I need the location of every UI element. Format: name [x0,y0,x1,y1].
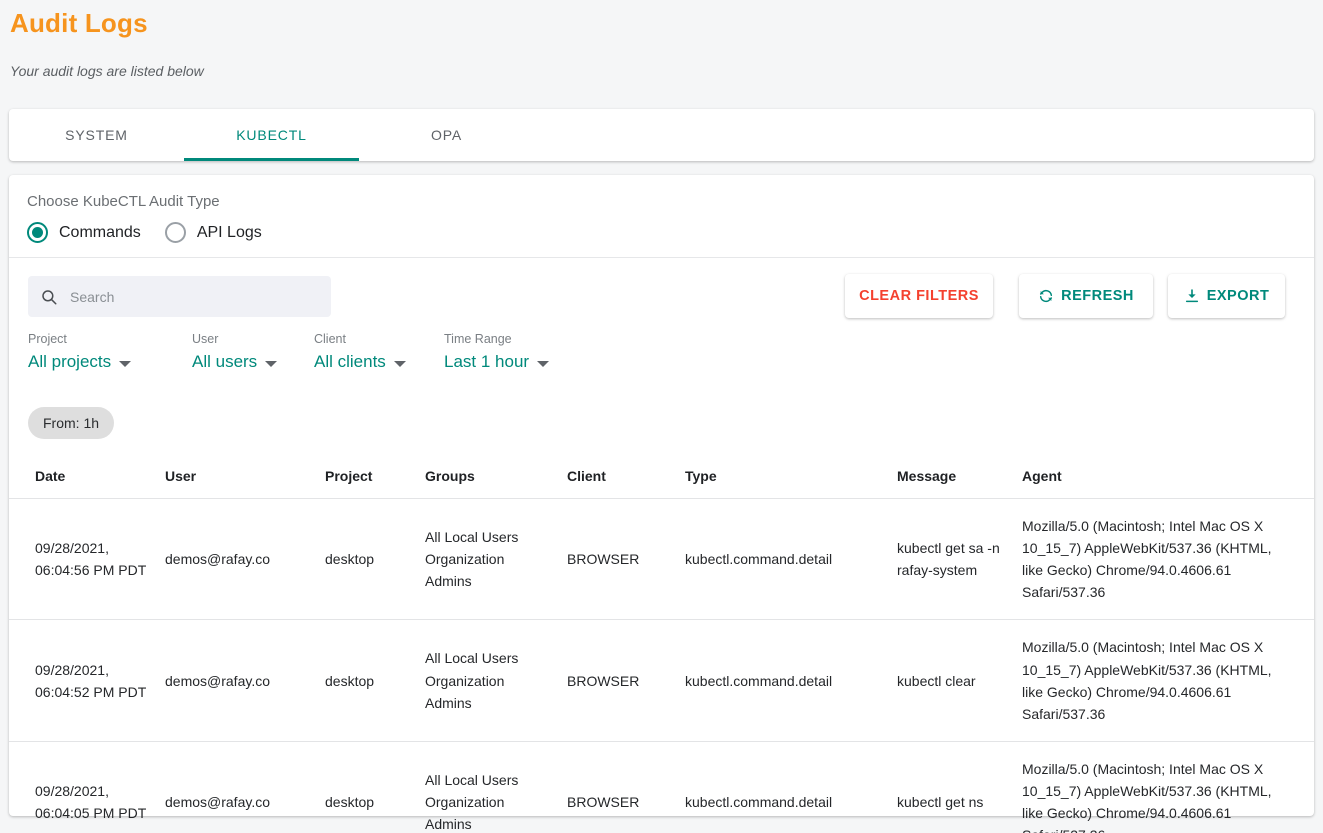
table-header-row: Date User Project Groups Client Type Mes… [9,458,1314,499]
audit-logs-page: Audit Logs Your audit logs are listed be… [0,0,1323,833]
column-header-client: Client [559,458,677,499]
table-row[interactable]: 09/28/2021, 06:04:05 PM PDT demos@rafay.… [9,741,1314,833]
chevron-down-icon [537,360,550,367]
filter-user: User All users [192,332,314,372]
cell-agent: Mozilla/5.0 (Macintosh; Intel Mac OS X 1… [1014,741,1314,833]
cell-agent: Mozilla/5.0 (Macintosh; Intel Mac OS X 1… [1014,498,1314,621]
cell-groups: All Local Users Organization Admins [417,498,559,621]
radio-api-logs-icon[interactable] [164,222,186,243]
search-icon [42,289,57,304]
tab-kubectl-label: KUBECTL [236,127,307,143]
tab-kubectl[interactable]: KUBECTL [184,109,359,161]
audit-table-head: Date User Project Groups Client Type Mes… [9,458,1314,499]
cell-type: kubectl.command.detail [677,741,889,833]
clear-filters-button[interactable]: CLEAR FILTERS [845,274,993,318]
cell-type: kubectl.command.detail [677,619,889,742]
tab-bar: SYSTEM KUBECTL OPA [9,109,1314,161]
tab-opa-label: OPA [430,127,463,143]
column-header-agent: Agent [1014,458,1314,499]
search-box[interactable] [28,276,331,317]
filter-time-range-label: Time Range [444,332,512,346]
cell-groups: All Local Users Organization Admins [417,741,559,833]
cell-user: demos@rafay.co [157,498,317,621]
download-icon [1185,289,1198,303]
refresh-icon [1040,290,1053,302]
column-header-date: Date [9,458,157,499]
audit-table: Date User Project Groups Client Type Mes… [9,458,1314,833]
tab-system-label: SYSTEM [65,127,128,143]
audit-type-section: Choose KubeCTL Audit Type Commands API L… [9,175,1314,258]
export-button[interactable]: EXPORT [1168,274,1285,318]
filter-project-label: Project [28,332,67,346]
cell-date: 09/28/2021, 06:04:52 PM PDT [9,619,157,742]
audit-table-body: 09/28/2021, 06:04:56 PM PDT demos@rafay.… [9,498,1314,833]
cell-date: 09/28/2021, 06:04:56 PM PDT [9,498,157,621]
table-row[interactable]: 09/28/2021, 06:04:56 PM PDT demos@rafay.… [9,498,1314,621]
filter-chip-from[interactable]: From: 1h [28,407,115,439]
filter-client-value: All clients [314,352,386,371]
column-header-groups: Groups [417,458,559,499]
filter-time-range: Time Range Last 1 hour [444,332,604,372]
audit-type-radio-group: Commands API Logs [27,222,1314,243]
filter-bar: Project All projects User All users Clie… [28,332,604,372]
cell-message: kubectl clear [889,619,1014,742]
cell-client: BROWSER [559,741,677,833]
page-title: Audit Logs [10,8,148,38]
cell-message: kubectl get sa -n rafay-system [889,498,1014,621]
filter-project: Project All projects [28,332,192,372]
export-label: EXPORT [1206,288,1270,304]
radio-option-commands[interactable]: Commands [27,222,141,243]
refresh-label: REFRESH [1061,288,1134,304]
filter-project-dropdown[interactable]: All projects [28,352,132,372]
radio-api-logs-label: API Logs [196,223,262,241]
cell-agent: Mozilla/5.0 (Macintosh; Intel Mac OS X 1… [1014,619,1314,742]
filter-client: Client All clients [314,332,444,372]
column-header-type: Type [677,458,889,499]
cell-project: desktop [317,498,417,621]
filter-user-value: All users [192,352,258,371]
filter-client-label: Client [314,332,346,346]
filter-user-label: User [192,332,219,346]
filter-client-dropdown[interactable]: All clients [314,352,406,372]
clear-filters-label: CLEAR FILTERS [859,288,979,304]
cell-project: desktop [317,741,417,833]
cell-date: 09/28/2021, 06:04:05 PM PDT [9,741,157,833]
cell-user: demos@rafay.co [157,741,317,833]
audit-content-card: Choose KubeCTL Audit Type Commands API L… [9,175,1314,833]
tabs-card: SYSTEM KUBECTL OPA [9,109,1314,161]
tab-system[interactable]: SYSTEM [9,109,184,161]
column-header-user: User [157,458,317,499]
chevron-down-icon [393,360,406,367]
table-row[interactable]: 09/28/2021, 06:04:52 PM PDT demos@rafay.… [9,619,1314,742]
cell-user: demos@rafay.co [157,619,317,742]
column-header-project: Project [317,458,417,499]
cell-client: BROWSER [559,498,677,621]
cell-message: kubectl get ns [889,741,1014,833]
cell-client: BROWSER [559,619,677,742]
column-header-message: Message [889,458,1014,499]
audit-type-label: Choose KubeCTL Audit Type [27,193,220,210]
filter-time-range-dropdown[interactable]: Last 1 hour [444,352,550,372]
filter-user-dropdown[interactable]: All users [192,352,278,372]
search-input[interactable] [68,287,319,306]
cell-type: kubectl.command.detail [677,498,889,621]
audit-table-wrapper: Date User Project Groups Client Type Mes… [9,458,1314,833]
filter-time-range-value: Last 1 hour [444,352,530,371]
filter-chip-from-label: From: 1h [43,415,100,431]
cell-project: desktop [317,619,417,742]
radio-commands-label: Commands [59,223,141,241]
chevron-down-icon [119,360,132,367]
tab-opa[interactable]: OPA [359,109,534,161]
radio-option-api-logs[interactable]: API Logs [164,222,262,243]
refresh-button[interactable]: REFRESH [1019,274,1153,318]
cell-groups: All Local Users Organization Admins [417,619,559,742]
filter-project-value: All projects [28,352,112,371]
radio-commands-icon[interactable] [27,222,48,243]
page-subtitle: Your audit logs are listed below [10,63,204,79]
chevron-down-icon [265,360,278,367]
